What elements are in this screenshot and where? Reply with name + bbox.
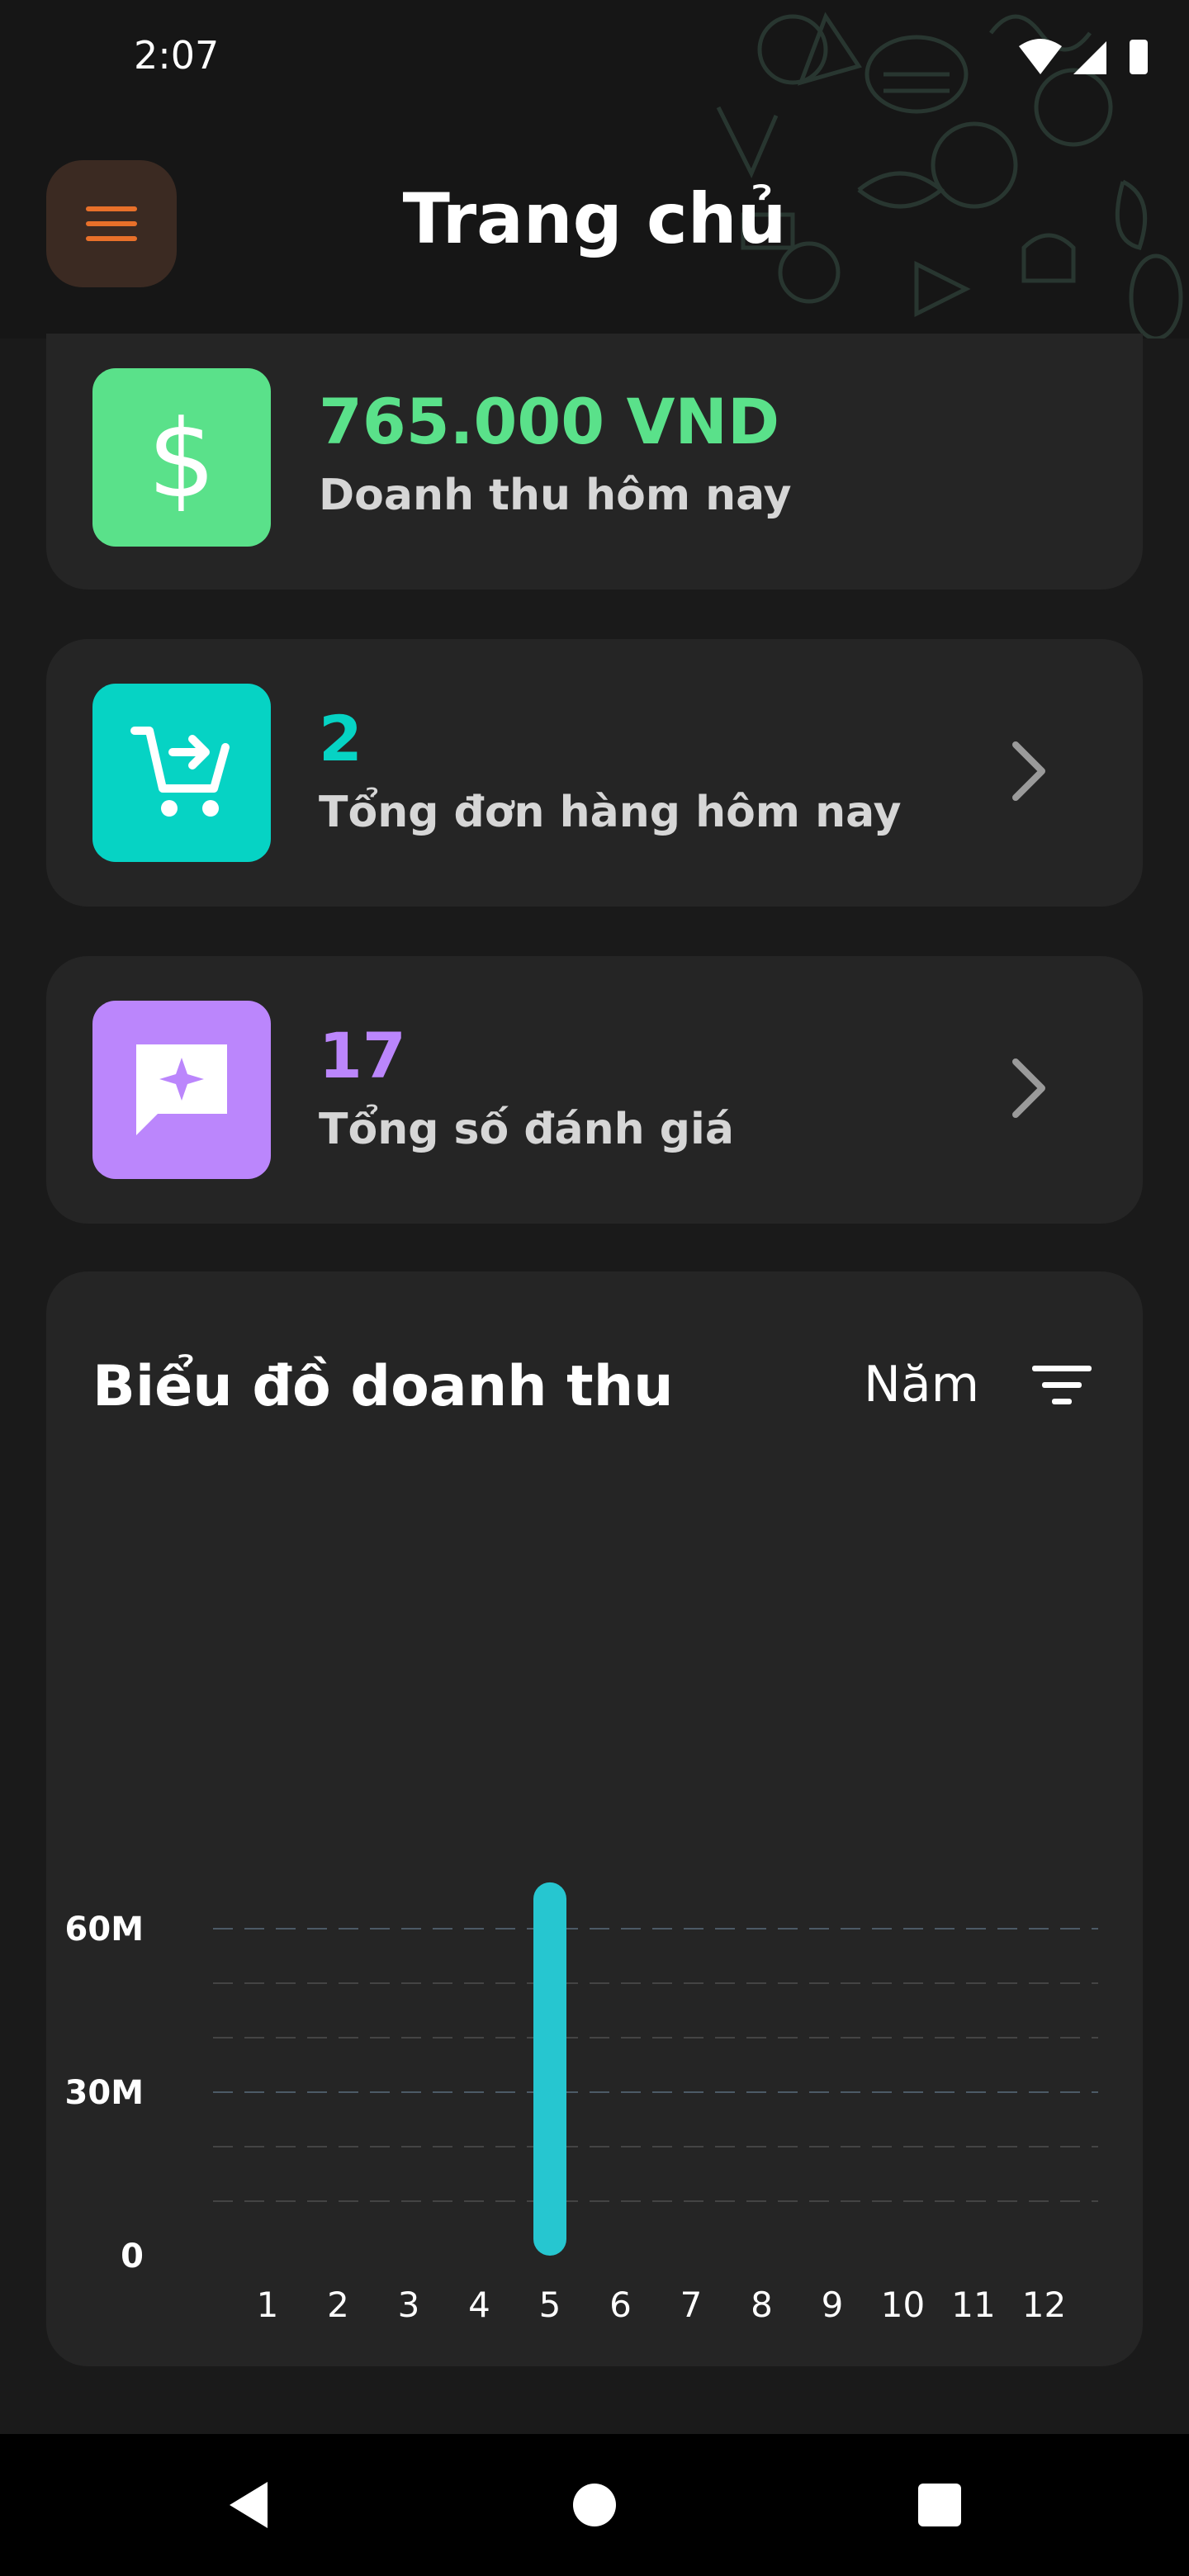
x-tick-label: 9 [822,2285,844,2325]
battery-icon [1130,40,1148,74]
signal-icon [1073,41,1106,74]
reviews-value: 17 [319,1019,406,1092]
x-tick-label: 2 [327,2285,349,2325]
x-tick-label: 1 [257,2285,279,2325]
review-chat-icon [136,1044,227,1135]
x-tick-label: 11 [951,2285,995,2325]
y-tick-label: 60M [65,1911,144,1949]
wifi-icon [1019,39,1062,74]
x-tick-label: 3 [398,2285,420,2325]
page-title: Trang chủ [402,178,787,259]
dollar-icon: $ [148,404,216,511]
orders-today-card[interactable]: 2 Tổng đơn hàng hôm nay [46,639,1143,907]
orders-icon-tile [92,684,271,862]
svg-text:$: $ [148,404,216,511]
revenue-icon-tile: $ [92,368,271,547]
reviews-icon-tile [92,1001,271,1179]
status-bar: 2:07 [0,0,1189,116]
revenue-today-label: Doanh thu hôm nay [319,471,792,520]
y-tick-label: 0 [121,2237,144,2275]
navigation-bar [0,2434,1189,2576]
reviews-card[interactable]: 17 Tổng số đánh giá [46,956,1143,1224]
recents-icon[interactable] [907,2472,973,2538]
status-icons [1019,39,1148,74]
x-tick-label: 5 [539,2285,561,2325]
cart-arrow-icon [130,727,230,817]
revenue-chart-card: Biểu đồ doanh thu Năm 0 30M 60M 1 2 3 4 5 6 7 8 9 10… [46,1271,1143,2366]
back-icon[interactable] [216,2472,282,2538]
chevron-right-icon [1012,1058,1045,1118]
revenue-bar[interactable] [533,1882,566,2256]
home-icon[interactable] [561,2472,628,2538]
orders-today-label: Tổng đơn hàng hôm nay [319,788,902,837]
revenue-today-card: $ 765.000 VND Doanh thu hôm nay [46,334,1143,590]
x-tick-label: 6 [609,2285,632,2325]
orders-today-value: 2 [319,702,362,775]
x-tick-label: 7 [680,2285,703,2325]
status-time: 2:07 [134,33,220,78]
x-tick-label: 8 [751,2285,773,2325]
revenue-today-value: 765.000 VND [319,385,780,458]
reviews-label: Tổng số đánh giá [319,1105,734,1154]
chevron-right-icon [1012,741,1045,801]
y-tick-label: 30M [65,2074,144,2112]
x-tick-label: 12 [1022,2285,1066,2325]
revenue-bar-chart: 030M60M1 2 3 4 5 6 7 8 9 10 11 12 [65,1882,1098,2325]
x-tick-label: 10 [881,2285,925,2325]
x-tick-label: 4 [468,2285,490,2325]
